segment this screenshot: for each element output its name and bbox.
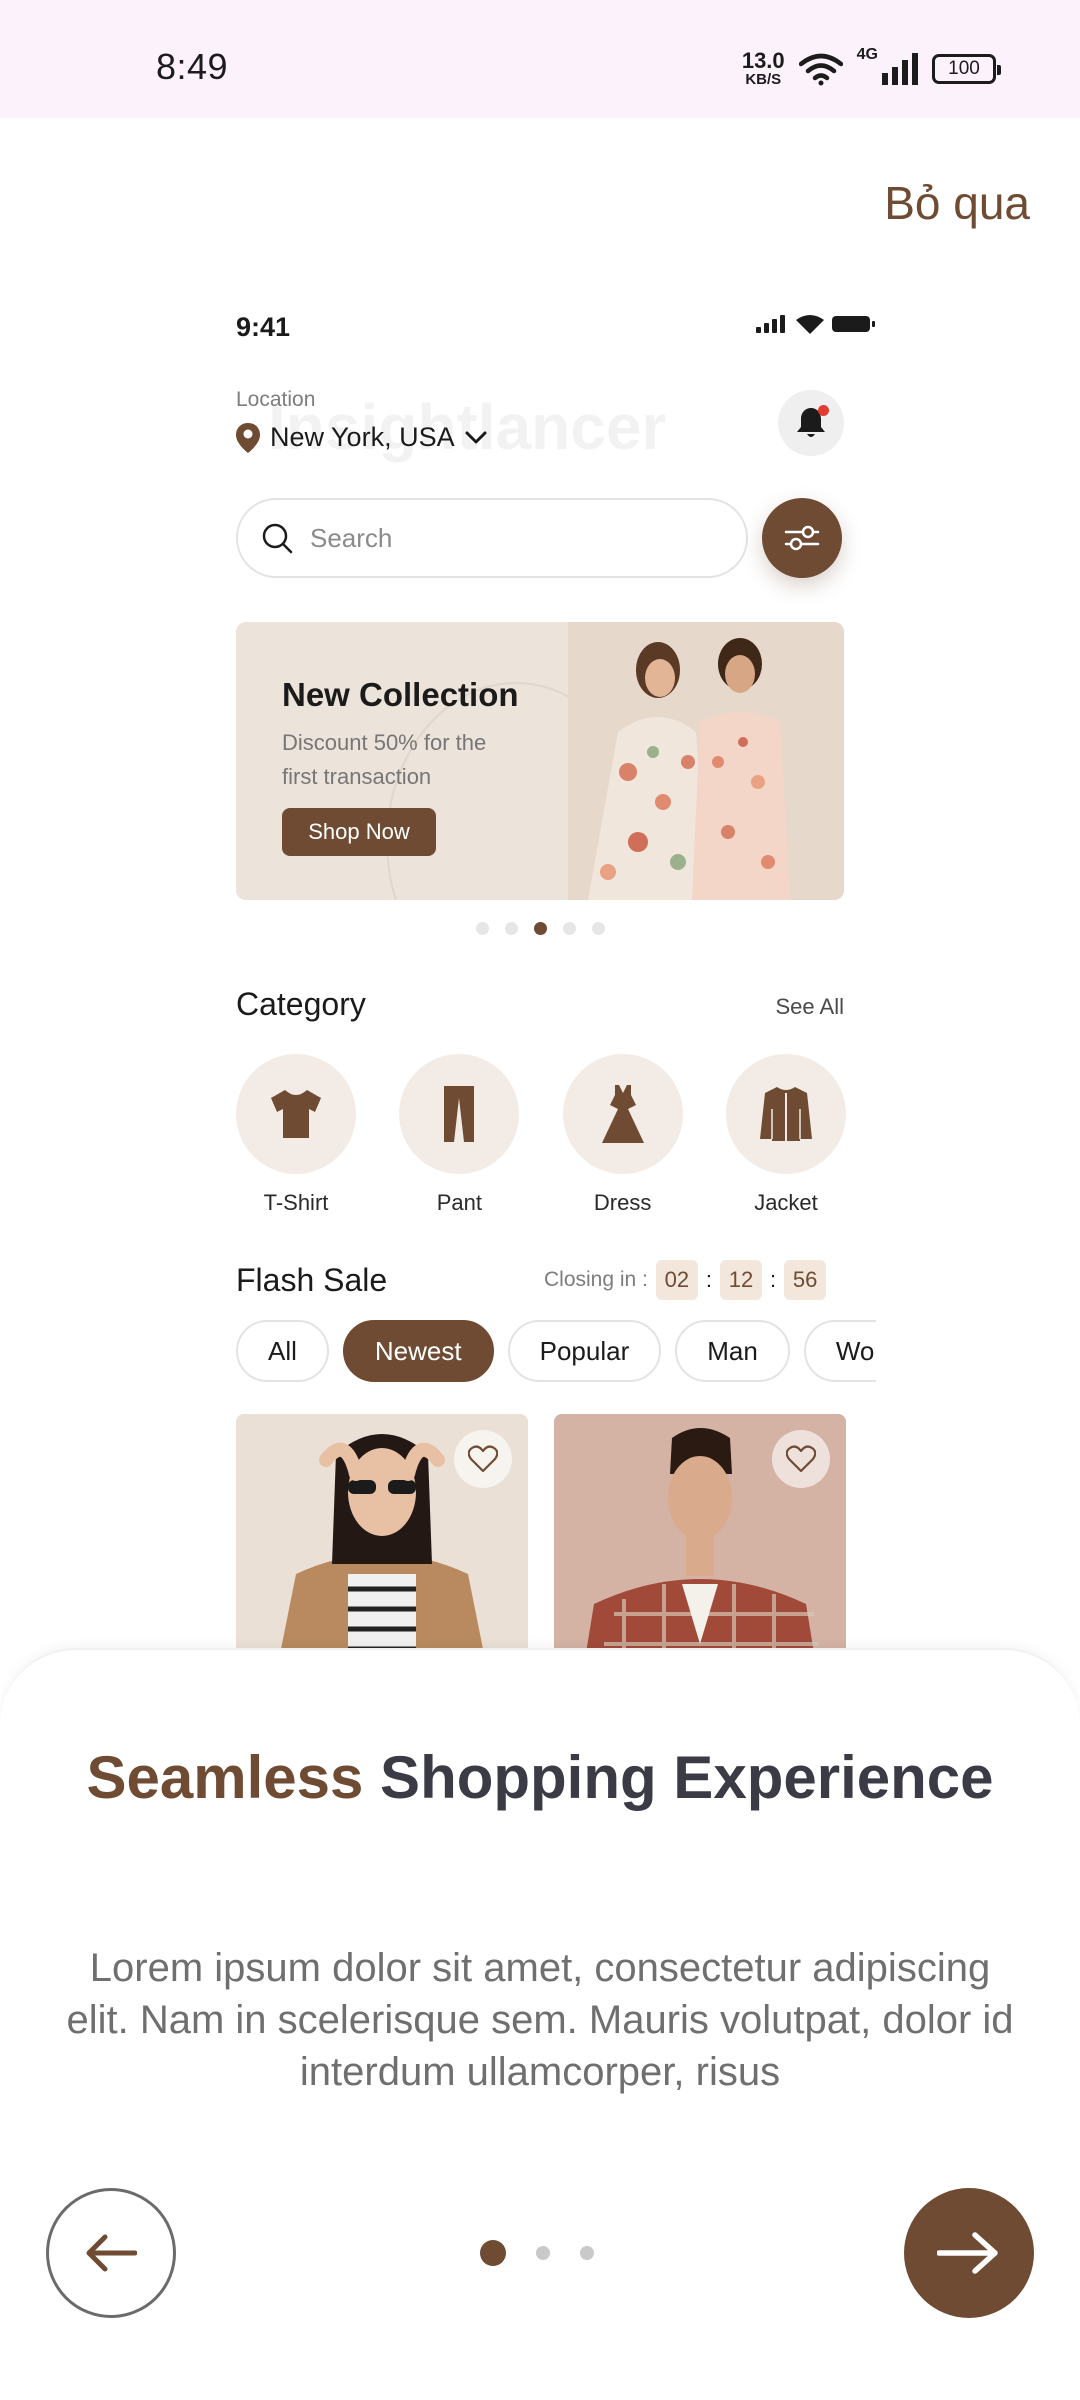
status-bar: 8:49 13.0 KB/S 4G 100 bbox=[0, 0, 1080, 118]
favorite-button bbox=[772, 1430, 830, 1488]
mockup-time: 9:41 bbox=[236, 312, 291, 342]
chevron-down-icon bbox=[465, 431, 487, 443]
chip-popular: Popular bbox=[507, 1320, 662, 1382]
onboarding-pagination bbox=[480, 2240, 594, 2266]
mockup-status-icons bbox=[756, 314, 876, 334]
category-title: Category bbox=[236, 986, 366, 1022]
search-input: Search bbox=[236, 498, 748, 578]
signal-icon bbox=[882, 52, 918, 85]
see-all-link: See All bbox=[775, 994, 845, 1019]
heart-icon bbox=[468, 1445, 498, 1473]
title-rest: Shopping Experience bbox=[363, 1744, 994, 1811]
category-item-pant: Pant bbox=[399, 1054, 520, 1216]
countdown-separator: : bbox=[770, 1267, 777, 1292]
category-label: Dress bbox=[593, 1190, 652, 1215]
category-item-jacket: Jacket bbox=[725, 1054, 846, 1216]
flash-sale-title: Flash Sale bbox=[236, 1262, 388, 1298]
chip-woman: Wor bbox=[803, 1320, 876, 1382]
chip-all: All bbox=[236, 1320, 329, 1382]
wifi-icon bbox=[796, 315, 824, 334]
next-button[interactable] bbox=[904, 2188, 1034, 2318]
heart-icon bbox=[786, 1445, 816, 1473]
status-time: 8:49 bbox=[156, 46, 229, 87]
banner-title: New Collection bbox=[282, 676, 519, 713]
dress-icon bbox=[601, 1085, 644, 1143]
banner-pagination bbox=[220, 922, 860, 935]
onboarding-description: Lorem ipsum dolor sit amet, consectetur … bbox=[66, 1946, 1014, 2094]
banner-dot bbox=[562, 922, 576, 935]
category-label: Pant bbox=[436, 1190, 482, 1215]
pant-icon bbox=[444, 1086, 475, 1142]
net-speed: 13.0 KB/S bbox=[741, 48, 785, 88]
filter-icon bbox=[784, 525, 820, 551]
shop-now-button: Shop Now bbox=[282, 808, 436, 856]
jacket-icon bbox=[759, 1087, 812, 1141]
search-icon bbox=[262, 523, 293, 554]
promo-banner: New Collection Discount 50% for the firs… bbox=[236, 622, 844, 900]
onboarding-title: Seamless Shopping Experience bbox=[0, 1742, 1080, 1814]
banner-dot-active bbox=[533, 922, 547, 935]
app-preview-mockup: 9:41 Location Insightlancer New York, US… bbox=[220, 290, 900, 1650]
banner-dot bbox=[475, 922, 489, 935]
countdown-minutes: 12 bbox=[720, 1260, 763, 1300]
product-card bbox=[554, 1414, 846, 1650]
location-selector: New York, USA bbox=[236, 422, 487, 453]
countdown-hours: 02 bbox=[655, 1260, 698, 1300]
favorite-button bbox=[454, 1430, 512, 1488]
category-item-dress: Dress bbox=[562, 1054, 683, 1216]
countdown-label: Closing in : bbox=[544, 1268, 648, 1291]
page-dot bbox=[580, 2246, 594, 2260]
notification-button bbox=[778, 390, 844, 456]
notification-dot bbox=[818, 405, 829, 416]
category-list: T-Shirt Pant Dress Jacket bbox=[236, 1054, 846, 1216]
filter-button bbox=[762, 498, 842, 578]
network-type: 4G bbox=[856, 46, 878, 63]
category-item-tshirt: T-Shirt bbox=[236, 1054, 356, 1216]
back-button[interactable] bbox=[46, 2188, 176, 2318]
location-pin-icon bbox=[236, 422, 260, 453]
page-dot bbox=[536, 2246, 550, 2260]
chip-newest: Newest bbox=[342, 1320, 494, 1382]
net-speed-unit: KB/S bbox=[745, 71, 782, 88]
search-placeholder: Search bbox=[310, 522, 393, 553]
filter-chips: All Newest Popular Man Wor bbox=[236, 1320, 876, 1386]
signal-icon bbox=[756, 315, 785, 333]
battery-level: 100 bbox=[948, 57, 980, 79]
wifi-icon bbox=[798, 53, 843, 85]
location-value: New York, USA bbox=[270, 422, 455, 452]
banner-dot bbox=[591, 922, 605, 935]
countdown-separator: : bbox=[705, 1267, 713, 1292]
tshirt-icon bbox=[271, 1090, 321, 1138]
net-speed-value: 13.0 bbox=[741, 48, 785, 73]
chip-man: Man bbox=[675, 1320, 790, 1382]
category-label: T-Shirt bbox=[263, 1190, 329, 1215]
status-icons: 13.0 KB/S 4G 100 bbox=[741, 46, 1001, 88]
category-label: Jacket bbox=[754, 1190, 818, 1215]
product-card bbox=[236, 1414, 528, 1650]
arrow-left-icon bbox=[86, 2234, 137, 2272]
arrow-right-icon bbox=[937, 2232, 998, 2274]
skip-button[interactable]: Bỏ qua bbox=[884, 176, 1030, 230]
title-accent: Seamless bbox=[86, 1744, 364, 1811]
banner-subtitle: Discount 50% for the first transaction bbox=[282, 730, 487, 789]
countdown-seconds: 56 bbox=[784, 1260, 827, 1300]
banner-dot bbox=[504, 922, 518, 935]
countdown: Closing in : 02 : 12 : 56 bbox=[544, 1260, 827, 1300]
battery-icon: 100 bbox=[932, 53, 1001, 84]
page-dot-active bbox=[480, 2240, 506, 2266]
battery-icon bbox=[832, 316, 875, 332]
banner-models-image bbox=[568, 622, 844, 900]
